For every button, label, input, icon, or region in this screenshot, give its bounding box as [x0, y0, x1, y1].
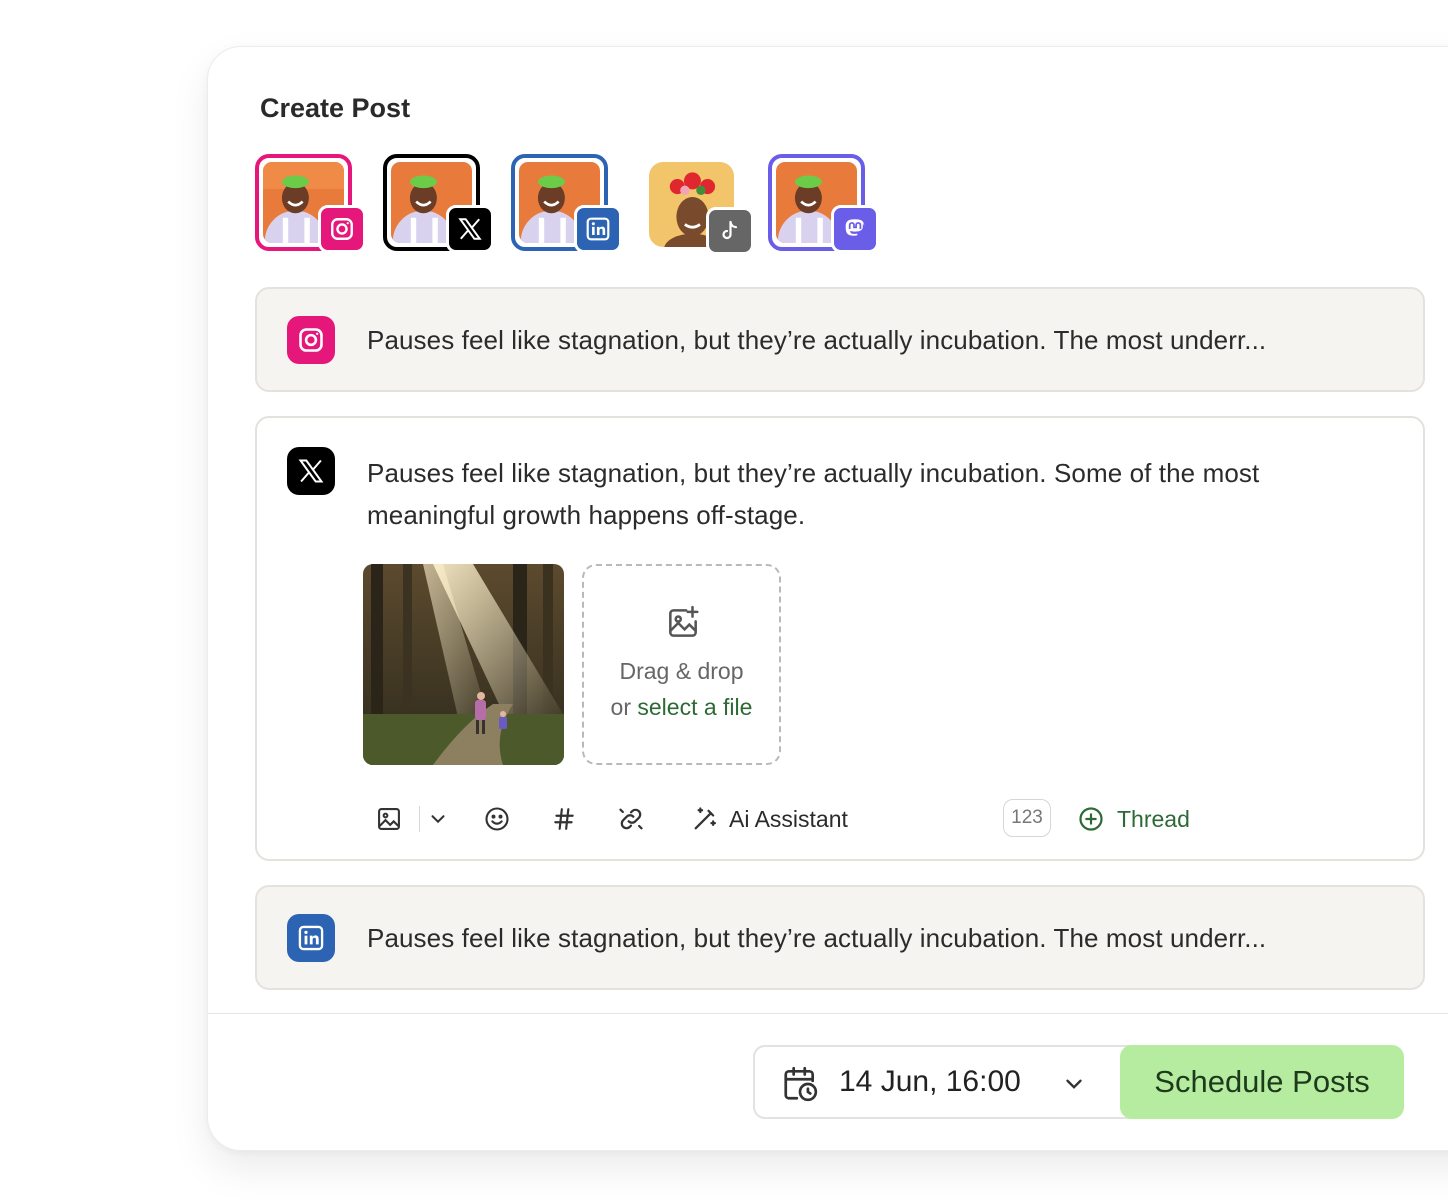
post-preview-text: Pauses feel like stagnation, but they’re… — [367, 923, 1267, 953]
post-row-instagram[interactable]: Pauses feel like stagnation, but they’re… — [255, 287, 1425, 392]
schedule-posts-button[interactable]: Schedule Posts — [1120, 1045, 1404, 1119]
image-icon[interactable] — [375, 802, 403, 836]
toolbar-divider — [419, 806, 420, 832]
instagram-icon — [287, 316, 335, 364]
file-dropzone[interactable]: Drag & drop or select a file — [582, 564, 781, 765]
attached-image[interactable] — [363, 564, 564, 765]
ai-assistant-button[interactable]: Ai Assistant — [691, 802, 848, 836]
ai-assistant-label: Ai Assistant — [729, 805, 848, 832]
select-file-link[interactable]: select a file — [637, 694, 752, 720]
chevron-down-icon[interactable] — [427, 802, 449, 836]
account-selector — [255, 154, 955, 255]
add-thread-button[interactable]: Thread — [1077, 802, 1190, 836]
mastodon-icon — [831, 205, 879, 253]
post-row-linkedin[interactable]: Pauses feel like stagnation, but they’re… — [255, 885, 1425, 990]
editor-toolbar: Ai Assistant 123 Thread — [375, 799, 1375, 838]
account-avatar-tiktok[interactable] — [645, 158, 754, 255]
instagram-icon — [318, 205, 366, 253]
account-avatar-mastodon[interactable] — [768, 154, 879, 253]
calendar-clock-icon — [781, 1065, 819, 1108]
thread-label: Thread — [1117, 805, 1190, 832]
create-post-card: Create Post Pauses feel like stagnation,… — [207, 46, 1448, 1151]
link-icon[interactable] — [617, 802, 645, 836]
character-counter: 123 — [1003, 799, 1051, 837]
plus-circle-icon — [1079, 807, 1103, 831]
account-avatar-x[interactable] — [383, 154, 494, 253]
account-avatar-instagram[interactable] — [255, 154, 366, 253]
x-icon — [446, 205, 494, 253]
x-icon — [287, 447, 335, 495]
dropzone-label: Drag & drop — [619, 658, 744, 684]
schedule-datetime-picker[interactable]: 14 Jun, 16:00 — [753, 1045, 1133, 1119]
linkedin-icon — [574, 205, 622, 253]
hashtag-icon[interactable] — [551, 802, 577, 836]
page-title: Create Post — [260, 93, 411, 123]
post-editor-text[interactable]: Pauses feel like stagnation, but they’re… — [367, 452, 1383, 536]
dropzone-sublabel: or select a file — [610, 694, 753, 720]
post-row-x: Pauses feel like stagnation, but they’re… — [255, 416, 1425, 861]
tiktok-icon — [706, 207, 754, 255]
post-preview-text: Pauses feel like stagnation, but they’re… — [367, 325, 1267, 355]
emoji-icon[interactable] — [483, 802, 511, 836]
add-image-icon — [664, 604, 702, 647]
account-avatar-linkedin[interactable] — [511, 154, 622, 253]
schedule-datetime: 14 Jun, 16:00 — [839, 1065, 1021, 1098]
footer-divider — [208, 1013, 1448, 1014]
linkedin-icon — [287, 914, 335, 962]
magic-wand-icon — [694, 807, 717, 830]
chevron-down-icon — [1061, 1071, 1087, 1102]
